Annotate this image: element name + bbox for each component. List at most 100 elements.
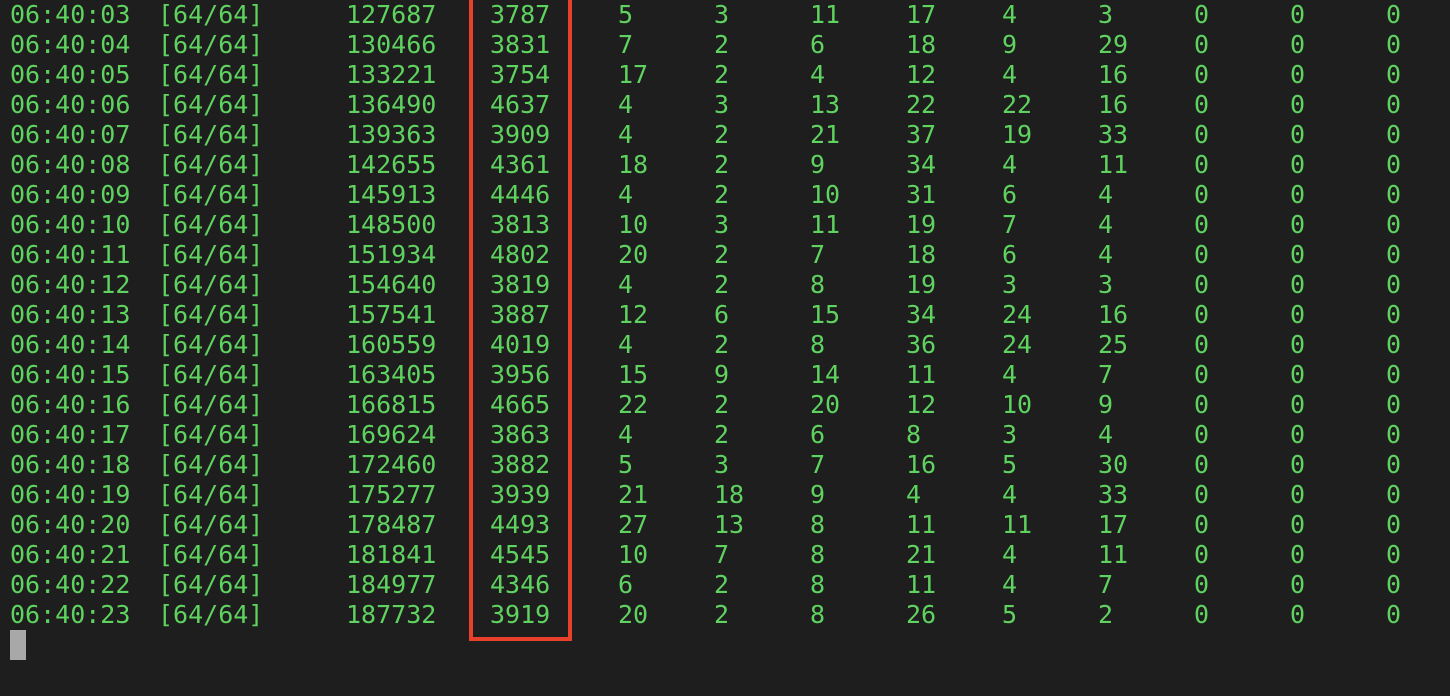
stat-9-cell: 0 (1386, 390, 1402, 419)
timestamp-cell: 06:40:04 (10, 30, 131, 59)
timestamp-cell: 06:40:14 (10, 330, 131, 359)
stat-7-cell: 0 (1194, 570, 1210, 599)
thread-count-cell: [64/64] (158, 390, 264, 419)
stat-3-cell: 8 (810, 270, 826, 299)
stat-9-cell: 0 (1386, 480, 1402, 509)
stat-5-cell: 3 (1002, 270, 1018, 299)
stat-5-cell: 11 (1002, 510, 1033, 539)
stat-8-cell: 0 (1290, 510, 1306, 539)
timestamp-cell: 06:40:12 (10, 270, 131, 299)
stat-5-cell: 9 (1002, 30, 1018, 59)
stat-8-cell: 0 (1290, 390, 1306, 419)
stat-2-cell: 3 (714, 450, 730, 479)
stat-1-cell: 20 (618, 240, 649, 269)
stat-6-cell: 4 (1098, 420, 1114, 449)
stat-3-cell: 11 (810, 210, 841, 239)
timestamp-cell: 06:40:13 (10, 300, 131, 329)
stat-1-cell: 27 (618, 510, 649, 539)
total-count-cell: 130466 (346, 30, 437, 59)
output-line: 06:40:03 [64/64] 127687 3787 5 3 11 17 4 3 0 0 0 (0, 0, 1450, 30)
stat-5-cell: 4 (1002, 60, 1018, 89)
stat-4-cell: 17 (906, 0, 937, 29)
stat-4-cell: 11 (906, 360, 937, 389)
output-line: 06:40:21 [64/64] 181841 4545 10 7 8 21 4 11 0 0 0 (0, 540, 1450, 570)
total-count-cell: 151934 (346, 240, 437, 269)
output-line: 06:40:13 [64/64] 157541 3887 12 6 15 34 24 16 0 0 0 (0, 300, 1450, 330)
timestamp-cell: 06:40:17 (10, 420, 131, 449)
stat-5-cell: 5 (1002, 450, 1018, 479)
rate-value-cell: 4361 (490, 150, 551, 179)
stat-2-cell: 2 (714, 60, 730, 89)
timestamp-cell: 06:40:07 (10, 120, 131, 149)
stat-5-cell: 4 (1002, 480, 1018, 509)
thread-count-cell: [64/64] (158, 510, 264, 539)
stat-6-cell: 16 (1098, 60, 1129, 89)
stat-4-cell: 22 (906, 90, 937, 119)
stat-5-cell: 24 (1002, 300, 1033, 329)
output-line: 06:40:20 [64/64] 178487 4493 27 13 8 11 11 17 0 0 0 (0, 510, 1450, 540)
stat-1-cell: 4 (618, 330, 634, 359)
stat-3-cell: 15 (810, 300, 841, 329)
stat-9-cell: 0 (1386, 330, 1402, 359)
stat-4-cell: 31 (906, 180, 937, 209)
stat-9-cell: 0 (1386, 0, 1402, 29)
total-count-cell: 163405 (346, 360, 437, 389)
stat-9-cell: 0 (1386, 90, 1402, 119)
stat-8-cell: 0 (1290, 60, 1306, 89)
stat-7-cell: 0 (1194, 360, 1210, 389)
stat-8-cell: 0 (1290, 0, 1306, 29)
stat-8-cell: 0 (1290, 450, 1306, 479)
stat-1-cell: 7 (618, 30, 634, 59)
stat-7-cell: 0 (1194, 150, 1210, 179)
rate-value-cell: 3863 (490, 420, 551, 449)
stat-4-cell: 12 (906, 390, 937, 419)
stat-7-cell: 0 (1194, 270, 1210, 299)
total-count-cell: 169624 (346, 420, 437, 449)
stat-2-cell: 2 (714, 240, 730, 269)
rate-value-cell: 4446 (490, 180, 551, 209)
timestamp-cell: 06:40:09 (10, 180, 131, 209)
stat-7-cell: 0 (1194, 180, 1210, 209)
stat-7-cell: 0 (1194, 30, 1210, 59)
rate-value-cell: 3754 (490, 60, 551, 89)
thread-count-cell: [64/64] (158, 360, 264, 389)
stat-9-cell: 0 (1386, 300, 1402, 329)
stat-1-cell: 4 (618, 270, 634, 299)
timestamp-cell: 06:40:16 (10, 390, 131, 419)
stat-3-cell: 7 (810, 450, 826, 479)
stat-4-cell: 19 (906, 210, 937, 239)
rate-value-cell: 4545 (490, 540, 551, 569)
output-line: 06:40:10 [64/64] 148500 3813 10 3 11 19 7 4 0 0 0 (0, 210, 1450, 240)
terminal-window[interactable]: 06:40:03 [64/64] 127687 3787 5 3 11 17 4 3 0 0 0 06:4… (0, 0, 1450, 696)
stat-1-cell: 4 (618, 420, 634, 449)
thread-count-cell: [64/64] (158, 90, 264, 119)
thread-count-cell: [64/64] (158, 30, 264, 59)
stat-8-cell: 0 (1290, 120, 1306, 149)
stat-1-cell: 15 (618, 360, 649, 389)
rate-value-cell: 4493 (490, 510, 551, 539)
stat-2-cell: 6 (714, 300, 730, 329)
stat-8-cell: 0 (1290, 600, 1306, 629)
stat-9-cell: 0 (1386, 540, 1402, 569)
stat-9-cell: 0 (1386, 420, 1402, 449)
thread-count-cell: [64/64] (158, 600, 264, 629)
rate-value-cell: 4665 (490, 390, 551, 419)
stat-9-cell: 0 (1386, 360, 1402, 389)
total-count-cell: 187732 (346, 600, 437, 629)
total-count-cell: 175277 (346, 480, 437, 509)
output-line: 06:40:07 [64/64] 139363 3909 4 2 21 37 19 33 0 0 0 (0, 120, 1450, 150)
total-count-cell: 145913 (346, 180, 437, 209)
rate-value-cell: 3819 (490, 270, 551, 299)
stat-2-cell: 7 (714, 540, 730, 569)
rate-value-cell: 3919 (490, 600, 551, 629)
stat-1-cell: 20 (618, 600, 649, 629)
stat-8-cell: 0 (1290, 180, 1306, 209)
stat-9-cell: 0 (1386, 210, 1402, 239)
stat-7-cell: 0 (1194, 390, 1210, 419)
stat-6-cell: 4 (1098, 240, 1114, 269)
stat-8-cell: 0 (1290, 150, 1306, 179)
stat-9-cell: 0 (1386, 240, 1402, 269)
stat-7-cell: 0 (1194, 300, 1210, 329)
total-count-cell: 133221 (346, 60, 437, 89)
stat-4-cell: 34 (906, 150, 937, 179)
